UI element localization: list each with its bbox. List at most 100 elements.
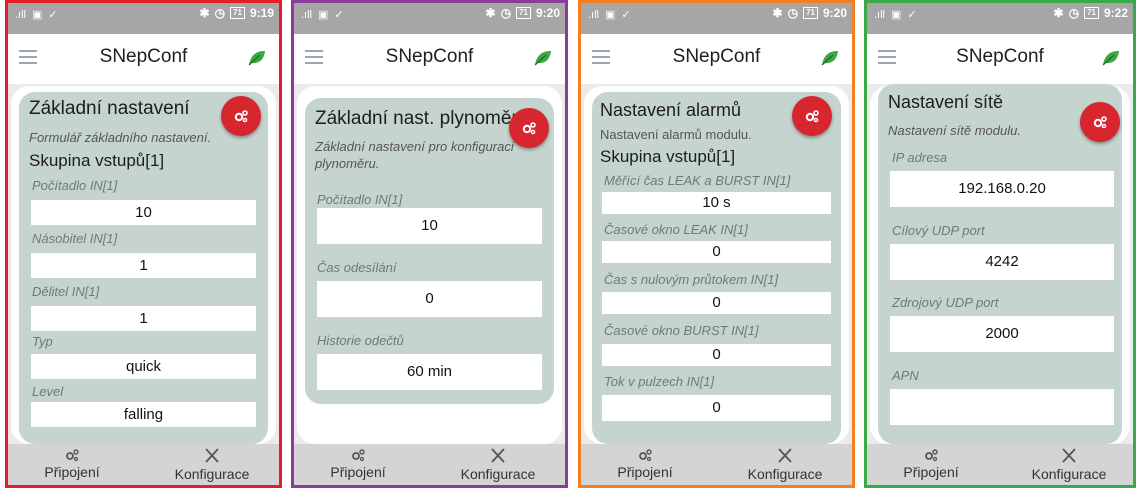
- screen-icon: ▣: [32, 9, 43, 21]
- settings-card: Nastavení sítě Nastavení sítě modulu. IP…: [878, 84, 1122, 444]
- tools-icon: [491, 448, 505, 463]
- card-title: Základní nast. plynoměru: [315, 108, 529, 129]
- screen-icon: ▣: [605, 9, 616, 21]
- field-label: Počítadlo IN[1]: [32, 178, 118, 193]
- card-title: Nastavení sítě: [888, 92, 1004, 112]
- settings-fab[interactable]: [221, 96, 261, 136]
- field-value-source-udp-port[interactable]: 2000: [890, 316, 1114, 352]
- field-value-level[interactable]: falling: [31, 402, 256, 427]
- field-label: Tok v pulzech IN[1]: [604, 374, 715, 389]
- signal-icon: .ıll: [301, 8, 312, 21]
- settings-card: Základní nastavení Formulář základního n…: [19, 92, 268, 444]
- field-value-apn[interactable]: [890, 389, 1114, 425]
- check-icon: ✓: [334, 9, 344, 21]
- app-title: SNepConf: [99, 46, 188, 67]
- field-value-burst-window[interactable]: 0: [602, 344, 831, 366]
- battery-icon: 71: [516, 7, 531, 19]
- field-value-ip-address[interactable]: 192.168.0.20: [890, 171, 1114, 207]
- app-title: SNepConf: [385, 46, 474, 67]
- field-value-type[interactable]: quick: [31, 354, 256, 379]
- field-label: Čas odesílání: [317, 260, 397, 275]
- leaf-icon: [248, 51, 265, 66]
- nav-connect[interactable]: Připojení: [303, 448, 413, 480]
- nav-connect[interactable]: Připojení: [876, 448, 986, 480]
- screen-icon: ▣: [318, 9, 329, 21]
- field-value-counter[interactable]: 10: [317, 208, 542, 244]
- app-title: SNepConf: [672, 46, 761, 67]
- leaf-icon: [534, 51, 551, 66]
- nav-connect-label: Připojení: [44, 464, 100, 480]
- bottom-navigation: Připojení Konfigurace: [578, 444, 855, 488]
- nav-connect-label: Připojení: [330, 464, 386, 480]
- field-label: APN: [892, 368, 919, 383]
- status-time: 9:22: [1103, 6, 1128, 20]
- nav-config[interactable]: Konfigurace: [730, 448, 840, 482]
- status-bar: .ıll ▣ ✓ ✱ ◷ 71 9:20: [578, 0, 855, 34]
- nav-config[interactable]: Konfigurace: [443, 448, 553, 482]
- phone-screen-3: .ıll ▣ ✓ ✱ ◷ 71 9:20 SNepConf Nastavení alarm…: [578, 0, 855, 488]
- field-label: Level: [32, 384, 64, 399]
- signal-icon: .ıll: [588, 8, 599, 21]
- check-icon: ✓: [907, 9, 917, 21]
- status-time: 9:20: [535, 6, 560, 20]
- status-bar: .ıll ▣ ✓ ✱ ◷ 71 9:19: [5, 0, 282, 34]
- field-value-pulse-flow[interactable]: 0: [602, 395, 831, 421]
- alarm-icon: ◷: [500, 6, 512, 20]
- check-icon: ✓: [621, 9, 631, 21]
- phone-screen-2: .ıll ▣ ✓ ✱ ◷ 71 9:20 SNepConf Základní nast. …: [291, 0, 568, 488]
- card-description: Nastavení sítě modulu.: [888, 123, 1021, 138]
- field-value-send-time[interactable]: 0: [317, 281, 542, 317]
- screen-icon: ▣: [891, 9, 902, 21]
- bottom-navigation: Připojení Konfigurace: [864, 444, 1136, 488]
- settings-fab[interactable]: [509, 108, 549, 148]
- alarm-icon: ◷: [787, 6, 799, 20]
- leaf-icon: [1102, 51, 1119, 66]
- settings-fab[interactable]: [1080, 102, 1120, 142]
- field-value-counter[interactable]: 10: [31, 200, 256, 225]
- phone-screen-4: .ıll ▣ ✓ ✱ ◷ 71 9:22 SNepConf Nastavení sítě …: [864, 0, 1136, 488]
- phone-screen-1: .ıll ▣ ✓ ✱ ◷ 71 9:19 SNepConf Základní nastav…: [5, 0, 282, 488]
- nav-config-label: Konfigurace: [747, 466, 823, 482]
- field-value-multiplier[interactable]: 1: [31, 253, 256, 278]
- field-value-target-udp-port[interactable]: 4242: [890, 244, 1114, 280]
- gears-icon: [639, 449, 652, 462]
- field-label: Historie odečtů: [317, 333, 404, 348]
- nav-connect[interactable]: Připojení: [590, 448, 700, 480]
- nav-config-label: Konfigurace: [1031, 466, 1107, 482]
- bluetooth-icon: ✱: [1053, 6, 1064, 20]
- card-title: Nastavení alarmů: [600, 100, 742, 120]
- settings-fab[interactable]: [792, 96, 832, 136]
- nav-config[interactable]: Konfigurace: [157, 448, 267, 482]
- group-title: Skupina vstupů[1]: [600, 147, 736, 166]
- field-label: Počítadlo IN[1]: [317, 192, 403, 207]
- field-value-measure-time[interactable]: 10 s: [602, 192, 831, 214]
- signal-icon: .ıll: [15, 8, 26, 21]
- status-time: 9:20: [822, 6, 847, 20]
- bluetooth-icon: ✱: [199, 6, 210, 20]
- bottom-navigation: Připojení Konfigurace: [291, 444, 568, 488]
- tools-icon: [1062, 448, 1076, 463]
- nav-config-label: Konfigurace: [460, 466, 536, 482]
- nav-config-label: Konfigurace: [174, 466, 250, 482]
- bluetooth-icon: ✱: [772, 6, 783, 20]
- card-description: Základní nastavení pro konfiguraci plyno…: [315, 139, 514, 171]
- group-title: Skupina vstupů[1]: [29, 151, 165, 170]
- bluetooth-icon: ✱: [485, 6, 496, 20]
- status-bar: .ıll ▣ ✓ ✱ ◷ 71 9:20: [291, 0, 568, 34]
- field-label: Dělitel IN[1]: [32, 284, 100, 299]
- gears-icon: [352, 449, 365, 462]
- battery-icon: 71: [803, 7, 818, 19]
- field-value-zero-flow[interactable]: 0: [602, 292, 831, 314]
- field-label: Násobitel IN[1]: [32, 231, 118, 246]
- nav-config[interactable]: Konfigurace: [1014, 448, 1124, 482]
- bottom-navigation: Připojení Konfigurace: [5, 444, 282, 488]
- card-description: Nastavení alarmů modulu.: [600, 127, 752, 142]
- field-value-divider[interactable]: 1: [31, 306, 256, 331]
- battery-icon: 71: [230, 7, 245, 19]
- alarm-icon: ◷: [214, 6, 226, 20]
- field-label: Časové okno LEAK IN[1]: [604, 222, 748, 237]
- check-icon: ✓: [48, 9, 58, 21]
- field-value-history[interactable]: 60 min: [317, 354, 542, 390]
- field-value-leak-window[interactable]: 0: [602, 241, 831, 263]
- nav-connect[interactable]: Připojení: [17, 448, 127, 480]
